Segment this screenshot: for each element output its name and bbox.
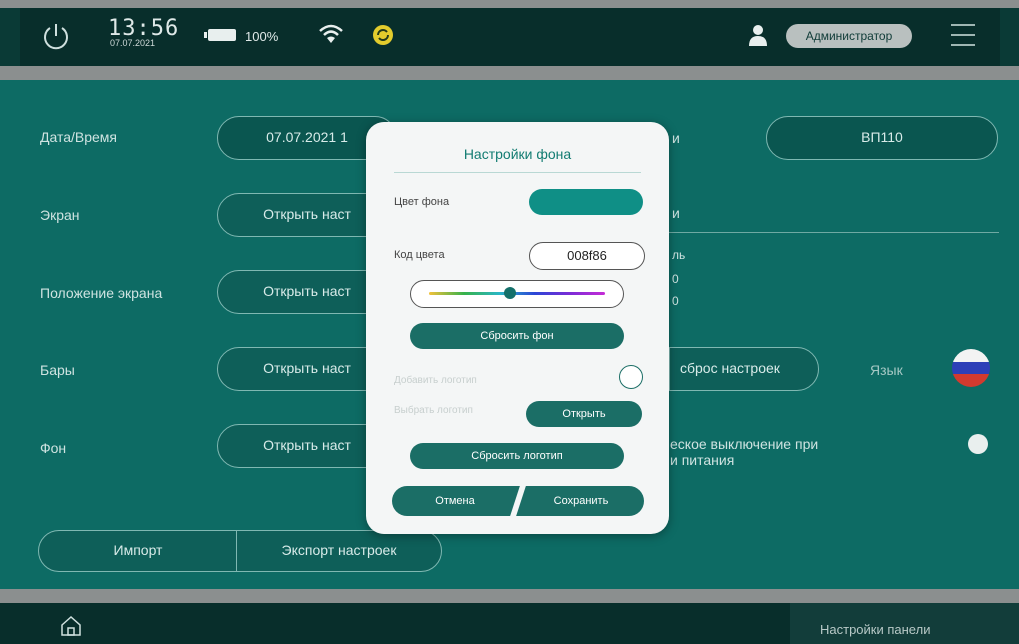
divider: [669, 232, 999, 233]
save-button[interactable]: Сохранить: [518, 486, 644, 516]
reset-logo-button[interactable]: Сбросить логотип: [410, 443, 624, 469]
topbar-right-edge: [1000, 8, 1019, 66]
add-logo-label: Добавить логотип: [394, 375, 477, 386]
reset-settings-button[interactable]: сброс настроек: [669, 347, 819, 391]
hue-slider-knob[interactable]: [503, 287, 516, 299]
bg-color-swatch[interactable]: [529, 189, 643, 215]
open-logo-button[interactable]: Открыть: [526, 401, 642, 427]
status-bar-separator: [0, 66, 1019, 80]
right-fragment-2: и: [672, 205, 680, 221]
sync-icon[interactable]: [372, 24, 394, 46]
add-logo-toggle[interactable]: [619, 365, 643, 389]
topbar-left-edge: [0, 8, 20, 66]
right-fragment-1: и: [672, 130, 680, 146]
reset-background-button[interactable]: Сбросить фон: [410, 323, 624, 349]
flag-russia-icon[interactable]: [952, 349, 990, 387]
auto-off-toggle[interactable]: [968, 434, 988, 454]
choose-logo-label: Выбрать логотип: [394, 405, 473, 416]
footer-separator: [0, 589, 1019, 603]
user-role-badge[interactable]: Администратор: [786, 24, 912, 48]
model-field[interactable]: ВП110: [766, 116, 998, 160]
bars-label: Бары: [40, 362, 75, 378]
color-code-label: Код цвета: [394, 249, 445, 261]
battery-icon: [204, 29, 236, 41]
import-button[interactable]: Импорт: [38, 530, 238, 572]
background-label: Фон: [40, 440, 67, 456]
menu-icon[interactable]: [951, 22, 975, 48]
export-settings-button[interactable]: Экспорт настроек: [236, 530, 442, 572]
user-icon: [749, 25, 767, 46]
right-fragment-3: ль: [672, 248, 686, 262]
cancel-button[interactable]: Отмена: [392, 486, 518, 516]
title-divider: [394, 172, 641, 173]
auto-off-label-line1: еское выключение при: [670, 436, 819, 452]
right-fragment-4: 0: [672, 272, 679, 286]
screen-position-label: Положение экрана: [40, 285, 163, 301]
footer-page-title: Настройки панели: [820, 622, 931, 637]
battery-percent: 100%: [245, 29, 279, 44]
screen-label: Экран: [40, 207, 80, 223]
home-icon[interactable]: [60, 615, 82, 637]
wifi-icon: [319, 24, 343, 43]
background-settings-dialog: Настройки фона Цвет фона Код цвета 008f8…: [366, 122, 669, 534]
clock-date: 07.07.2021: [110, 38, 156, 48]
bg-color-label: Цвет фона: [394, 196, 450, 208]
dialog-title: Настройки фона: [463, 146, 572, 162]
datetime-label: Дата/Время: [40, 129, 118, 145]
auto-off-label-line2: и питания: [670, 452, 735, 468]
top-separator: [0, 0, 1019, 8]
language-label: Язык: [870, 362, 903, 378]
hue-slider[interactable]: [410, 280, 624, 308]
right-fragment-5: 0: [672, 294, 679, 308]
color-code-input[interactable]: 008f86: [529, 242, 645, 270]
hue-slider-track: [429, 292, 605, 295]
power-icon[interactable]: [40, 20, 72, 52]
